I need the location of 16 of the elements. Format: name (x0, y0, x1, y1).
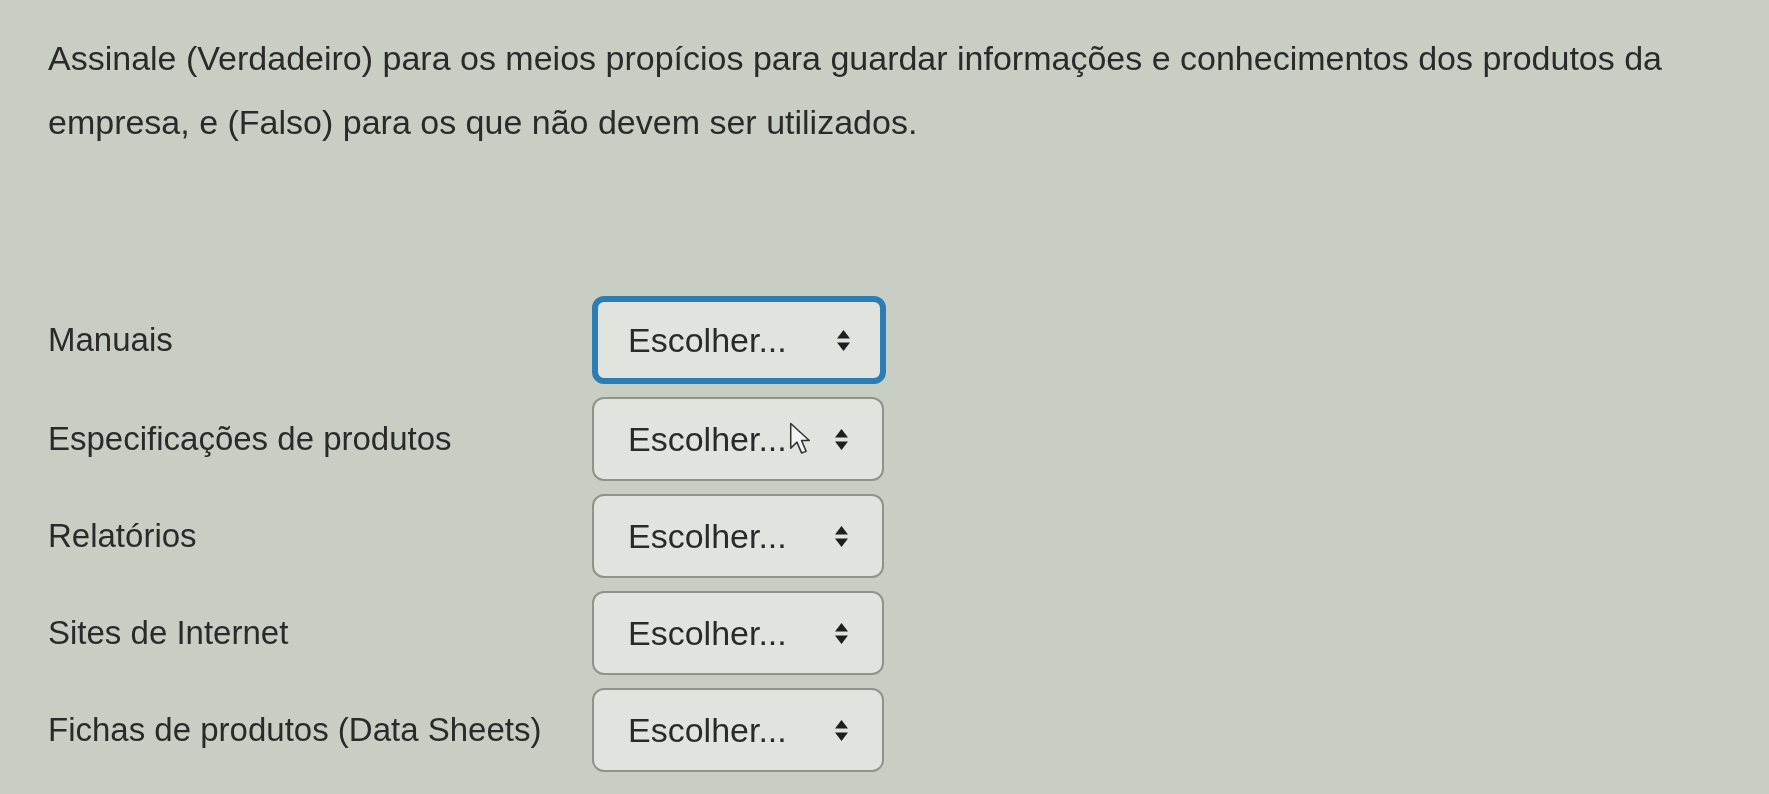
option-label: Especificações de produtos (48, 420, 453, 458)
option-label: Relatórios (48, 517, 198, 555)
option-label: Fichas de produtos (Data Sheets) (48, 711, 543, 749)
up-down-caret-icon (835, 622, 848, 644)
up-down-caret-icon (835, 719, 848, 741)
up-down-caret-icon (837, 329, 850, 351)
dropdown-select[interactable]: Escolher... (592, 688, 884, 772)
option-label: Manuais (48, 321, 174, 359)
dropdown-select[interactable]: Escolher... (592, 494, 884, 578)
option-label: Sites de Internet (48, 614, 290, 652)
up-down-caret-icon (835, 428, 848, 450)
dropdown-select[interactable]: Escolher... (592, 296, 886, 384)
up-down-caret-icon (835, 525, 848, 547)
dropdown-select[interactable]: Escolher... (592, 591, 884, 675)
question-text: Assinale (Verdadeiro) para os meios propícios para guardar informações e conhecimentos dos produtos da empresa, e (Falso) para os que não devem ser utilizados. (48, 38, 1663, 143)
dropdown-select[interactable]: Escolher... (592, 397, 884, 481)
